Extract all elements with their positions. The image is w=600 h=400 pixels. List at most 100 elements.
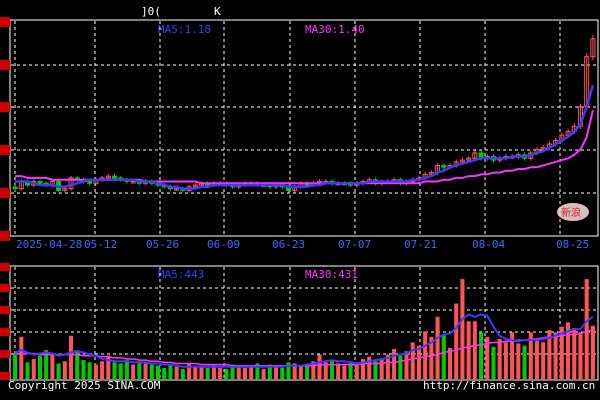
- volume-bar: [180, 369, 185, 379]
- svg-text:新浪: 新浪: [561, 206, 581, 219]
- volume-bar: [416, 345, 421, 379]
- volume-bar: [398, 355, 403, 379]
- volume-bar: [224, 369, 229, 379]
- x-axis-tick-label: 08-25: [556, 238, 589, 251]
- price-ma5-label: MA5:1.18: [158, 23, 211, 36]
- volume-bars: [13, 279, 595, 379]
- kline-chart-root: ]0( K MA5:1.18 MA30:1.40 MA5:443 MA30:43…: [0, 0, 600, 400]
- volume-axis-marker: [0, 263, 10, 271]
- candlestick-series: [12, 34, 596, 193]
- volume-bar: [81, 360, 86, 379]
- volume-bar: [354, 364, 359, 379]
- volume-bar: [503, 342, 508, 379]
- volume-bar: [423, 331, 428, 379]
- volume-bar: [447, 347, 453, 379]
- volume-bar: [460, 279, 465, 379]
- candle-body: [37, 181, 43, 184]
- volume-bar: [100, 361, 105, 379]
- volume-bar: [497, 339, 502, 379]
- volume-bar: [516, 343, 521, 379]
- volume-bar: [187, 363, 192, 379]
- volume-bar: [37, 355, 42, 379]
- left-axis-markers: [0, 17, 10, 380]
- volume-bar: [149, 364, 154, 379]
- volume-bar: [87, 362, 92, 379]
- volume-axis-marker: [0, 350, 10, 358]
- volume-bar: [199, 366, 204, 379]
- volume-bar: [143, 363, 148, 379]
- volume-bar: [168, 364, 173, 379]
- volume-bar: [522, 345, 527, 379]
- volume-bar: [280, 367, 285, 379]
- volume-bar: [50, 353, 55, 379]
- volume-bar: [472, 321, 477, 379]
- volume-bar: [69, 335, 74, 379]
- x-axis-tick-label: 06-09: [207, 238, 240, 251]
- x-axis-tick-label: 05-12: [84, 238, 117, 251]
- copyright-text: Copyright 2025 SINA.COM: [8, 379, 161, 392]
- volume-bar: [578, 332, 583, 379]
- volume-bar: [454, 303, 459, 379]
- candle-body: [87, 181, 93, 184]
- chart-header-title: ]0(: [141, 5, 161, 18]
- chart-canvas: ]0( K MA5:1.18 MA30:1.40 MA5:443 MA30:43…: [0, 5, 599, 392]
- price-ma30-label: MA30:1.40: [305, 23, 365, 36]
- volume-bar: [404, 351, 409, 379]
- volume-bar: [162, 367, 167, 379]
- price-axis-marker: [0, 145, 10, 155]
- volume-bar: [137, 361, 142, 379]
- chart-header-suffix: K: [214, 5, 221, 18]
- volume-bar: [466, 321, 471, 379]
- volume-bar: [205, 367, 210, 379]
- volume-bar: [541, 342, 546, 379]
- volume-bar: [584, 279, 589, 379]
- x-axis-tick-label: 07-21: [404, 238, 437, 251]
- volume-bar: [131, 364, 136, 379]
- volume-bar: [553, 332, 558, 379]
- volume-panel-frame: [9, 265, 599, 381]
- volume-bar: [19, 336, 24, 379]
- volume-bar: [441, 334, 446, 379]
- volume-bar: [174, 366, 179, 379]
- volume-grid: [11, 267, 597, 379]
- price-axis-marker: [0, 188, 10, 198]
- volume-bar: [342, 365, 347, 379]
- x-axis-labels: 2025-04-28 05-12 05-26 06-09 06-23 07-07 07-21…: [16, 238, 589, 251]
- volume-bar: [242, 367, 247, 379]
- volume-bar: [236, 366, 241, 379]
- volume-bar: [534, 340, 539, 379]
- price-ma-lines: [15, 84, 595, 190]
- volume-axis-marker: [0, 328, 10, 336]
- price-axis-marker: [0, 60, 10, 70]
- volume-bar: [112, 362, 117, 379]
- candle-body: [441, 164, 447, 168]
- volume-bar: [62, 361, 67, 379]
- volume-bar: [274, 366, 279, 379]
- volume-ma5-label: MA5:443: [158, 268, 204, 281]
- price-panel-frame: [9, 19, 599, 237]
- volume-bar: [491, 346, 496, 379]
- volume-bar: [93, 364, 98, 379]
- x-axis-tick-label: 07-07: [338, 238, 371, 251]
- candle-body: [12, 186, 18, 190]
- volume-bar: [590, 325, 595, 379]
- sina-logo-watermark: 新浪: [557, 203, 589, 221]
- volume-bar: [31, 359, 36, 379]
- volume-bar: [392, 349, 397, 379]
- x-axis-tick-label: 05-26: [146, 238, 179, 251]
- price-axis-marker: [0, 231, 10, 241]
- volume-bar: [25, 362, 30, 379]
- volume-bar: [435, 316, 440, 379]
- volume-axis-marker: [0, 284, 10, 292]
- x-axis-tick-label: 08-04: [472, 238, 505, 251]
- price-axis-marker: [0, 17, 10, 27]
- volume-bar: [118, 363, 123, 379]
- price-grid: [11, 21, 597, 235]
- volume-bar: [379, 357, 384, 379]
- candle-body: [111, 175, 118, 179]
- volume-bar: [124, 360, 129, 379]
- volume-bar: [305, 364, 310, 379]
- price-axis-marker: [0, 102, 10, 112]
- volume-axis-marker: [0, 306, 10, 314]
- volume-bar: [317, 354, 322, 379]
